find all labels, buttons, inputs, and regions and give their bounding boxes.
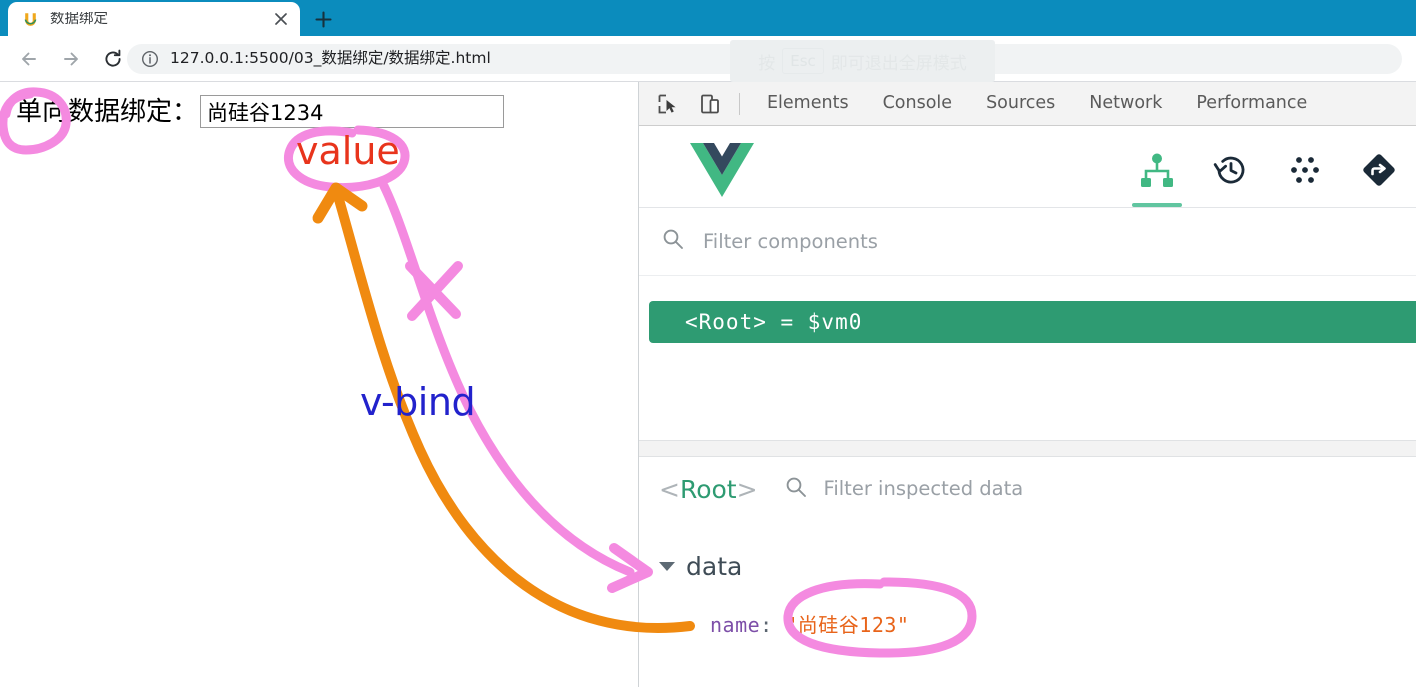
tab-performance[interactable]: Performance — [1179, 94, 1324, 113]
arrow-right-icon — [64, 52, 78, 66]
inspector-header: <Root> Filter inspected data — [639, 457, 1416, 521]
vue-logo-icon — [690, 142, 754, 203]
tab-strip: 数据绑定 — [0, 0, 1416, 36]
reload-icon — [105, 49, 121, 67]
data-group-row[interactable]: data — [659, 554, 742, 579]
tab-console[interactable]: Console — [866, 94, 969, 113]
devtools-horizontal-splitter[interactable] — [639, 440, 1416, 457]
tab-elements[interactable]: Elements — [750, 94, 866, 113]
fullscreen-hint-suffix: 即可退出全屏模式 — [830, 53, 967, 74]
angle-close: > — [736, 474, 758, 504]
fullscreen-exit-hint: 按 Esc 即可退出全屏模式 — [730, 40, 995, 82]
devtools-panel: Elements Console Sources Network Perform… — [639, 82, 1416, 687]
components-tab-icon[interactable] — [1120, 138, 1194, 207]
search-icon — [785, 476, 807, 503]
timeline-history-icon[interactable] — [1194, 138, 1268, 207]
vue-action-bar — [1120, 138, 1416, 207]
inspected-component-name: <Root> — [659, 477, 758, 502]
close-icon[interactable] — [270, 8, 292, 30]
new-tab-button[interactable] — [306, 4, 340, 34]
filter-components-input[interactable]: Filter components — [703, 232, 878, 252]
data-prop-key: name — [710, 613, 761, 637]
chevron-down-icon[interactable] — [659, 562, 675, 571]
binding-input[interactable] — [200, 95, 505, 128]
forward-button[interactable] — [54, 42, 88, 76]
page-label: 单向数据绑定： — [16, 96, 199, 127]
browser-window: 数据绑定 127.0.0.1:5500/03_数据绑定/数据绑定.html 按 … — [0, 0, 1416, 687]
inspect-element-icon[interactable] — [651, 87, 685, 121]
reload-button[interactable] — [96, 42, 130, 76]
component-tree-row-root[interactable]: <Root> = $vm0 — [649, 301, 1416, 343]
data-prop-row[interactable]: name: "尚硅谷123" — [710, 609, 909, 638]
u-logo-favicon — [22, 11, 39, 28]
back-button[interactable] — [12, 42, 46, 76]
filter-inspected-data-input[interactable]: Filter inspected data — [824, 479, 1024, 499]
filter-components-row[interactable]: Filter components — [639, 208, 1416, 276]
vuex-dots-icon[interactable] — [1268, 138, 1342, 207]
device-toolbar-icon[interactable] — [693, 87, 727, 121]
component-name-text: Root — [679, 474, 737, 504]
one-way-binding-row: 单向数据绑定： — [16, 95, 505, 128]
search-icon — [662, 228, 684, 255]
router-diamond-icon[interactable] — [1342, 138, 1416, 207]
page-viewport: 单向数据绑定： — [0, 82, 638, 687]
fullscreen-hint-key: Esc — [782, 48, 824, 74]
tab-title: 数据绑定 — [50, 11, 108, 27]
data-group-label: data — [686, 552, 743, 581]
address-bar-url: 127.0.0.1:5500/03_数据绑定/数据绑定.html — [170, 49, 491, 68]
arrow-left-icon — [22, 52, 36, 66]
devtools-tabbar: Elements Console Sources Network Perform… — [639, 82, 1416, 126]
browser-tab[interactable]: 数据绑定 — [8, 2, 300, 36]
vue-devtools-header — [639, 126, 1416, 208]
data-prop-separator: : — [760, 613, 786, 637]
angle-open: < — [659, 474, 680, 504]
tab-network[interactable]: Network — [1072, 94, 1179, 113]
component-tree-row-label: <Root> = $vm0 — [685, 309, 863, 334]
fullscreen-hint-prefix: 按 — [758, 53, 776, 74]
component-tree: <Root> = $vm0 — [639, 276, 1416, 440]
tab-sources[interactable]: Sources — [969, 94, 1072, 113]
info-circle-icon[interactable] — [141, 50, 159, 68]
inspected-data-section: data name: "尚硅谷123" — [639, 521, 1416, 687]
data-prop-value: "尚硅谷123" — [785, 613, 910, 637]
devtools-toolbar-separator — [739, 92, 740, 115]
